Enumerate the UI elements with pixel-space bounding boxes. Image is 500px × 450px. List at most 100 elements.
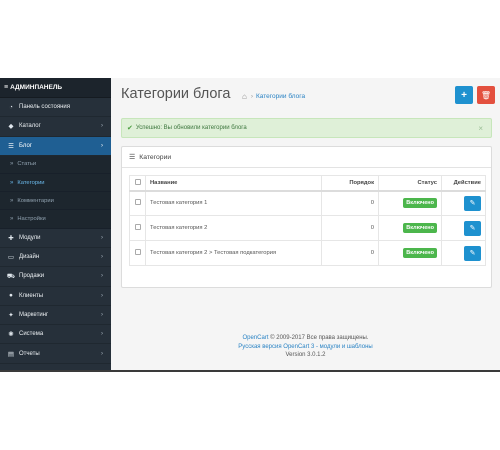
sidebar-item-system[interactable]: ✺ Система › — [0, 325, 111, 345]
column-action: Действие — [441, 175, 486, 192]
share-icon: ✦ — [8, 311, 14, 319]
list-icon: ☰ — [8, 142, 14, 150]
sidebar-item-label: Маркетинг — [19, 311, 49, 318]
sidebar-item-modules[interactable]: ✚ Модули › — [0, 229, 111, 248]
breadcrumb: ⌂ › Категории блога — [242, 92, 305, 101]
chevron-right-icon: › — [101, 123, 103, 130]
chevron-right-icon: › — [101, 331, 103, 338]
status-badge: Включено — [403, 198, 437, 209]
select-all-checkbox[interactable] — [134, 178, 141, 185]
action-cell: ✎ — [441, 215, 486, 241]
sidebar-item-blog[interactable]: ☰ Блог › — [0, 136, 111, 156]
delete-button[interactable]: 🗑 — [477, 86, 495, 104]
table-row: Тестовая категория 1 0 Включено ✎ — [129, 190, 486, 216]
row-checkbox[interactable] — [134, 199, 141, 206]
admin-app: ≡ АДМИНПАНЕЛЬ ◔ Панель состояния ◆ Катал… — [0, 78, 500, 370]
chevron-right-icon: › — [101, 350, 103, 357]
sidebar-subitem-label: Статьи — [17, 161, 37, 168]
select-all-cell — [129, 175, 146, 192]
tag-icon: ◆ — [8, 123, 14, 131]
main-content: Категории блога ⌂ › Категории блога + 🗑 … — [111, 78, 500, 370]
russian-version-link[interactable]: Русская версия OpenCart 3 - модули и шаб… — [238, 344, 372, 350]
bottom-edge — [0, 370, 500, 372]
chevron-right-icon: › — [101, 142, 103, 149]
sidebar-item-label: Панель состояния — [19, 104, 70, 111]
status-cell: Включено — [378, 240, 442, 266]
sidebar-item-label: Клиенты — [19, 292, 44, 299]
category-name: Тестовая категория 2 — [145, 215, 322, 241]
sidebar-item-dashboard[interactable]: ◔ Панель состояния — [0, 98, 111, 118]
page-title: Категории блога — [121, 86, 231, 102]
plus-icon: + — [461, 89, 467, 101]
sidebar-subitem-label: Комментарии — [17, 197, 54, 204]
pencil-icon: ✎ — [469, 249, 476, 257]
panel-heading: ☰ Категории — [122, 147, 491, 168]
row-checkbox[interactable] — [134, 224, 141, 230]
sidebar-item-catalog[interactable]: ◆ Каталог › — [0, 117, 111, 137]
column-status: Статус — [378, 175, 442, 192]
pencil-icon: ✎ — [469, 199, 476, 207]
copyright-text: © 2009-2017 Все права защищены. — [268, 335, 369, 341]
opencart-link[interactable]: OpenCart — [242, 335, 268, 341]
panel-title: Категории — [139, 153, 172, 161]
sidebar-item-customers[interactable]: ● Клиенты › — [0, 287, 111, 306]
footer-copyright-line: OpenCart © 2009-2017 Все права защищены. — [111, 334, 500, 343]
category-sort-order: 0 — [321, 215, 379, 241]
breadcrumb-link[interactable]: Категории блога — [256, 93, 305, 100]
row-checkbox[interactable] — [134, 249, 141, 255]
sidebar-item-reports[interactable]: ▤ Отчеты › — [0, 344, 111, 364]
category-sort-order: 0 — [321, 190, 379, 216]
sidebar-item-marketing[interactable]: ✦ Маркетинг › — [0, 306, 111, 326]
home-icon[interactable]: ⌂ — [242, 92, 247, 101]
trash-icon: 🗑 — [480, 90, 492, 100]
category-name: Тестовая категория 2 > Тестовая подкатег… — [145, 240, 322, 266]
table-row: Тестовая категория 2 > Тестовая подкатег… — [129, 240, 486, 266]
sidebar-item-label: Система — [19, 331, 44, 338]
sidebar-item-label: Отчеты — [19, 350, 40, 357]
sidebar-item-label: Модули — [19, 234, 41, 241]
puzzle-icon: ✚ — [8, 234, 14, 242]
sidebar-item-label: Каталог — [19, 123, 41, 130]
column-sort-order[interactable]: Порядок — [321, 175, 379, 192]
table-header-row: Название Порядок Статус Действие — [129, 175, 486, 192]
sidebar-subitem-settings[interactable]: » Настройки — [0, 210, 111, 229]
footer-version-link-line: Русская версия OpenCart 3 - модули и шаб… — [111, 343, 500, 352]
sidebar-subitem-categories[interactable]: » Категории — [0, 174, 111, 193]
sidebar-subitem-label: Категории — [17, 179, 45, 186]
add-button[interactable]: + — [455, 86, 473, 104]
monitor-icon: ▭ — [7, 254, 15, 262]
edit-button[interactable]: ✎ — [464, 220, 481, 236]
row-select-cell — [129, 240, 146, 266]
chevron-right-icon: › — [101, 254, 103, 261]
action-cell: ✎ — [441, 240, 486, 266]
dashboard-icon: ◔ — [9, 103, 13, 111]
row-select-cell — [129, 190, 146, 216]
sidebar-header: ≡ АДМИНПАНЕЛЬ — [0, 78, 111, 98]
column-name[interactable]: Название — [145, 175, 322, 192]
menu-bars-icon[interactable]: ≡ — [4, 84, 8, 91]
bar-chart-icon: ▤ — [7, 350, 15, 358]
list-icon: ☰ — [129, 154, 136, 161]
cog-icon: ✺ — [8, 331, 14, 339]
bullet-icon: » — [10, 179, 14, 186]
status-cell: Включено — [378, 215, 442, 241]
sidebar-item-sales[interactable]: ⛟ Продажи › — [0, 267, 111, 287]
sidebar-subitem-articles[interactable]: » Статьи — [0, 155, 111, 175]
bullet-icon: » — [10, 161, 14, 168]
sidebar-title: АДМИНПАНЕЛЬ — [10, 84, 63, 91]
category-sort-order: 0 — [321, 240, 379, 266]
table-row: Тестовая категория 2 0 Включено ✎ — [129, 215, 486, 241]
edit-button[interactable]: ✎ — [464, 245, 481, 261]
edit-button[interactable]: ✎ — [464, 195, 481, 211]
chevron-right-icon: › — [101, 311, 103, 318]
bullet-icon: » — [10, 197, 14, 204]
footer: OpenCart © 2009-2017 Все права защищены.… — [111, 334, 500, 360]
pencil-icon: ✎ — [469, 224, 476, 232]
status-badge: Включено — [403, 223, 437, 233]
categories-panel: ☰ Категории Название Порядок Статус Дейс… — [121, 146, 492, 288]
category-name: Тестовая категория 1 — [145, 190, 322, 216]
sidebar-subitem-comments[interactable]: » Комментарии — [0, 192, 111, 211]
close-icon[interactable]: × — [478, 124, 483, 133]
sidebar-item-design[interactable]: ▭ Дизайн › — [0, 248, 111, 268]
sidebar-subitem-label: Настройки — [17, 216, 46, 223]
